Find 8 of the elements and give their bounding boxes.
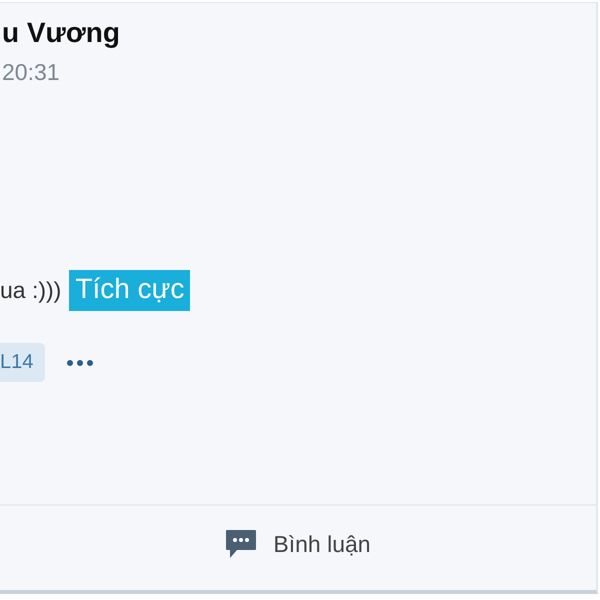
post-time: 20:31: [1, 59, 61, 86]
post-text: ua :))): [0, 277, 62, 304]
more-icon[interactable]: [67, 360, 94, 366]
comment-icon: [225, 529, 258, 559]
author-name[interactable]: u Vương: [0, 3, 596, 49]
tag[interactable]: L14: [0, 343, 46, 382]
comment-button[interactable]: Bình luận: [225, 529, 371, 567]
sentiment-label: Tích cực: [69, 270, 190, 311]
